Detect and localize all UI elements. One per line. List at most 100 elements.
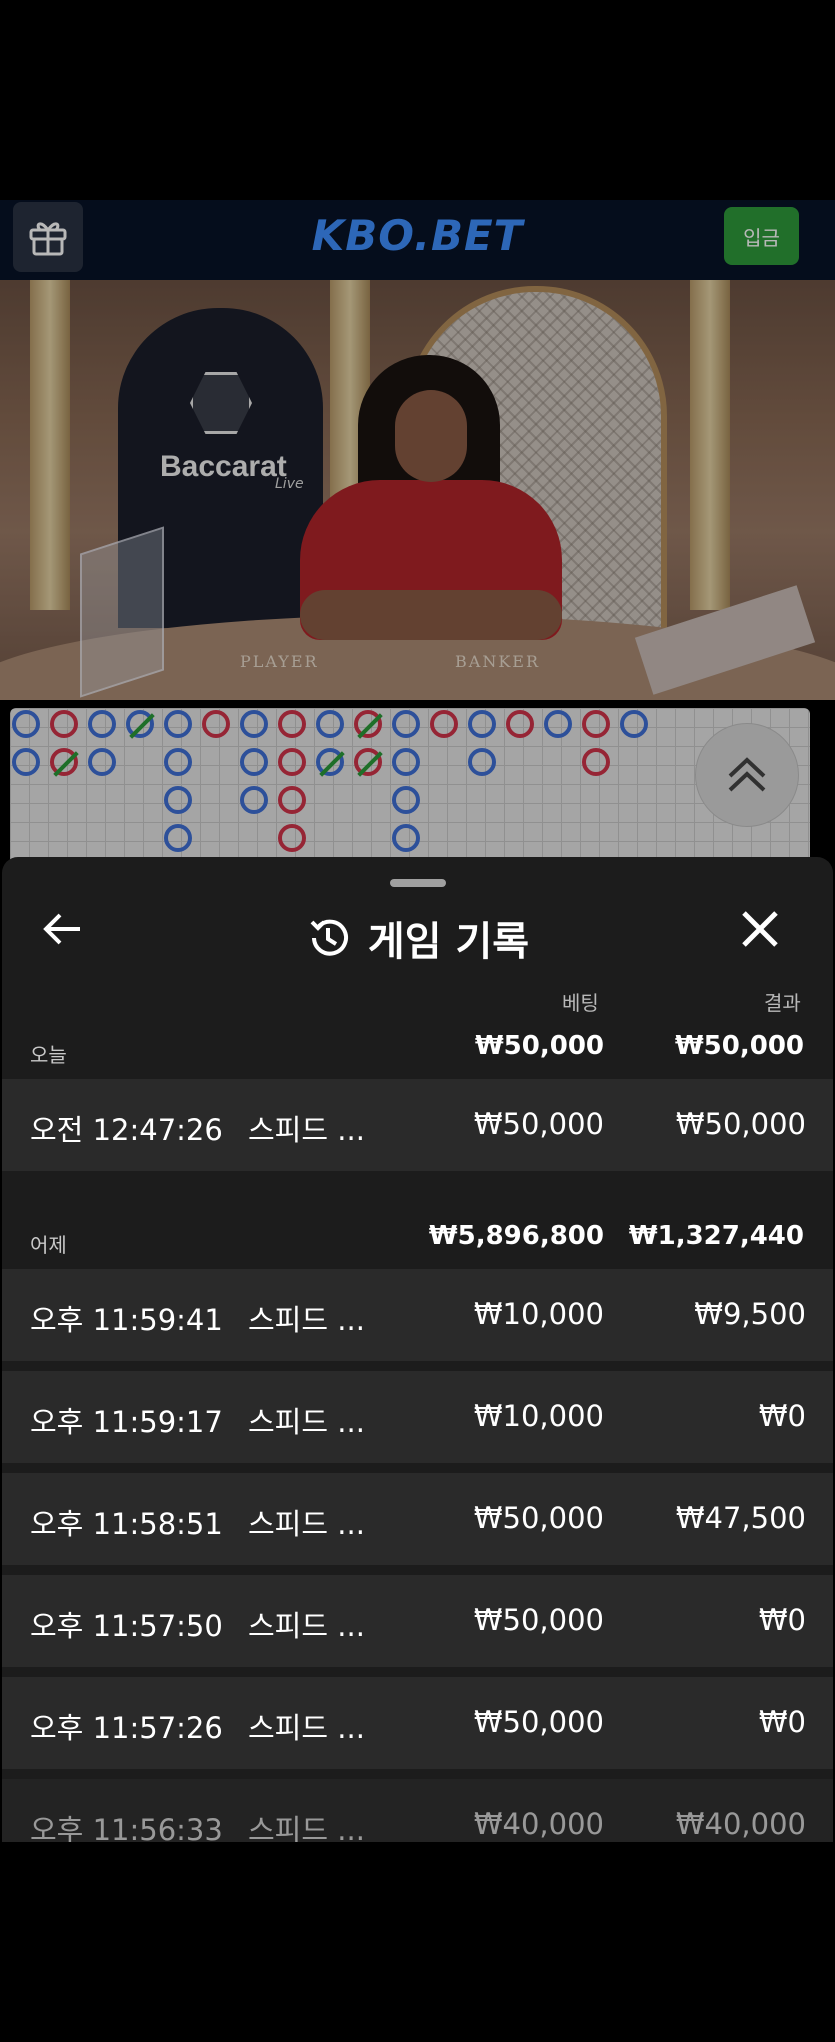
tie-mark [357,751,383,777]
player-bead [316,710,344,738]
player-bead [126,710,155,739]
row-result: ₩50,000 [675,1107,806,1141]
row-game: 스피드 ... [248,1303,365,1337]
player-bead [316,748,345,777]
column-result-header: 결과 [764,991,801,1015]
player-bead [468,748,496,776]
history-row[interactable]: 오후 11:56:33 스피드 ... ₩40,000 ₩40,000 [2,1779,833,1842]
banker-label: BANKER [455,652,540,671]
baccarat-brand: Baccarat [160,450,287,483]
sheet-header: 게임 기록 [2,909,833,970]
pillar-decor [690,280,730,610]
banker-bead [278,786,306,814]
expand-button[interactable] [695,723,799,827]
history-row[interactable]: 오후 11:58:51 스피드 ... ₩50,000 ₩47,500 [2,1473,833,1565]
row-bet: ₩50,000 [473,1107,604,1141]
card-discard [80,526,164,698]
row-result: ₩0 [758,1603,806,1637]
banker-bead [354,748,383,777]
row-bet: ₩50,000 [473,1603,604,1637]
sheet-grabber[interactable] [390,879,446,887]
brand-logo[interactable]: KBO.BET [0,211,835,260]
player-bead [240,748,268,776]
row-time: 오후 11:59:41 [30,1303,223,1337]
row-bet: ₩50,000 [473,1705,604,1739]
row-bet: ₩40,000 [473,1807,604,1841]
banker-bead [430,710,458,738]
player-bead [240,710,268,738]
banker-bead [582,748,610,776]
player-bead [164,710,192,738]
banker-bead [278,824,306,852]
bead-road[interactable] [10,708,810,866]
banker-bead [50,710,78,738]
history-icon [310,919,348,956]
row-time: 오후 11:57:26 [30,1711,223,1745]
group-header-yesterday: 어제 ₩5,896,800 ₩1,327,440 [2,1213,833,1265]
player-bead [12,710,40,738]
player-bead [164,786,192,814]
close-icon [742,911,778,947]
sheet-title: 게임 기록 [367,919,530,965]
player-bead [392,710,420,738]
player-bead [392,786,420,814]
history-row[interactable]: 오후 11:59:17 스피드 ... ₩10,000 ₩0 [2,1371,833,1463]
row-time: 오후 11:56:33 [30,1813,223,1842]
dealer-face [395,390,467,482]
row-bet: ₩10,000 [473,1399,604,1433]
player-bead [88,748,116,776]
group-header-today: 오늘 ₩50,000 ₩50,000 [2,1023,833,1075]
history-row[interactable]: 오전 12:47:26 스피드 ... ₩50,000 ₩50,000 [2,1079,833,1171]
banker-bead [354,710,383,739]
player-bead [164,824,192,852]
row-game: 스피드 ... [248,1711,365,1745]
player-bead [164,748,192,776]
row-bet: ₩50,000 [473,1501,604,1535]
banker-bead [202,710,230,738]
row-game: 스피드 ... [248,1113,365,1147]
player-bead [392,824,420,852]
history-row[interactable]: 오후 11:57:50 스피드 ... ₩50,000 ₩0 [2,1575,833,1667]
row-time: 오후 11:59:17 [30,1405,223,1439]
history-row[interactable]: 오후 11:57:26 스피드 ... ₩50,000 ₩0 [2,1677,833,1769]
player-bead [544,710,572,738]
tie-mark [53,751,79,777]
row-result: ₩0 [758,1399,806,1433]
row-time: 오후 11:58:51 [30,1507,223,1541]
group-label: 어제 [30,1233,67,1257]
history-row[interactable]: 오후 11:59:41 스피드 ... ₩10,000 ₩9,500 [2,1269,833,1361]
banker-bead [506,710,534,738]
baccarat-brand-sub: Live [275,476,304,492]
player-bead [392,748,420,776]
group-bet-total: ₩5,896,800 [428,1221,604,1251]
row-result: ₩47,500 [675,1501,806,1535]
logo-main: KBO [311,211,414,260]
banker-bead [278,748,306,776]
tie-mark [319,751,345,777]
dealer-arms [300,590,562,640]
player-bead [240,786,268,814]
row-game: 스피드 ... [248,1507,365,1541]
close-button[interactable] [738,907,798,967]
column-bet-header: 베팅 [562,991,599,1015]
row-game: 스피드 ... [248,1813,365,1842]
live-video: Baccarat Live PLAYER BANKER [0,280,835,700]
row-game: 스피드 ... [248,1609,365,1643]
player-bead [12,748,40,776]
player-label: PLAYER [240,652,319,671]
player-bead [620,710,648,738]
row-result: ₩0 [758,1705,806,1739]
logo-dot: . [414,211,431,260]
logo-suffix: BET [430,211,524,260]
banker-bead [50,748,79,777]
game-history-sheet: 게임 기록 베팅 결과 오늘 ₩50,000 ₩50,000 오전 12:47:… [2,857,833,1842]
row-time: 오전 12:47:26 [30,1113,223,1147]
player-bead [88,710,116,738]
banker-bead [278,710,306,738]
row-time: 오후 11:57:50 [30,1609,223,1643]
row-result: ₩9,500 [694,1297,806,1331]
player-bead [468,710,496,738]
row-result: ₩40,000 [675,1807,806,1841]
group-result-total: ₩1,327,440 [628,1221,804,1251]
deposit-button[interactable]: 입금 [724,207,799,265]
